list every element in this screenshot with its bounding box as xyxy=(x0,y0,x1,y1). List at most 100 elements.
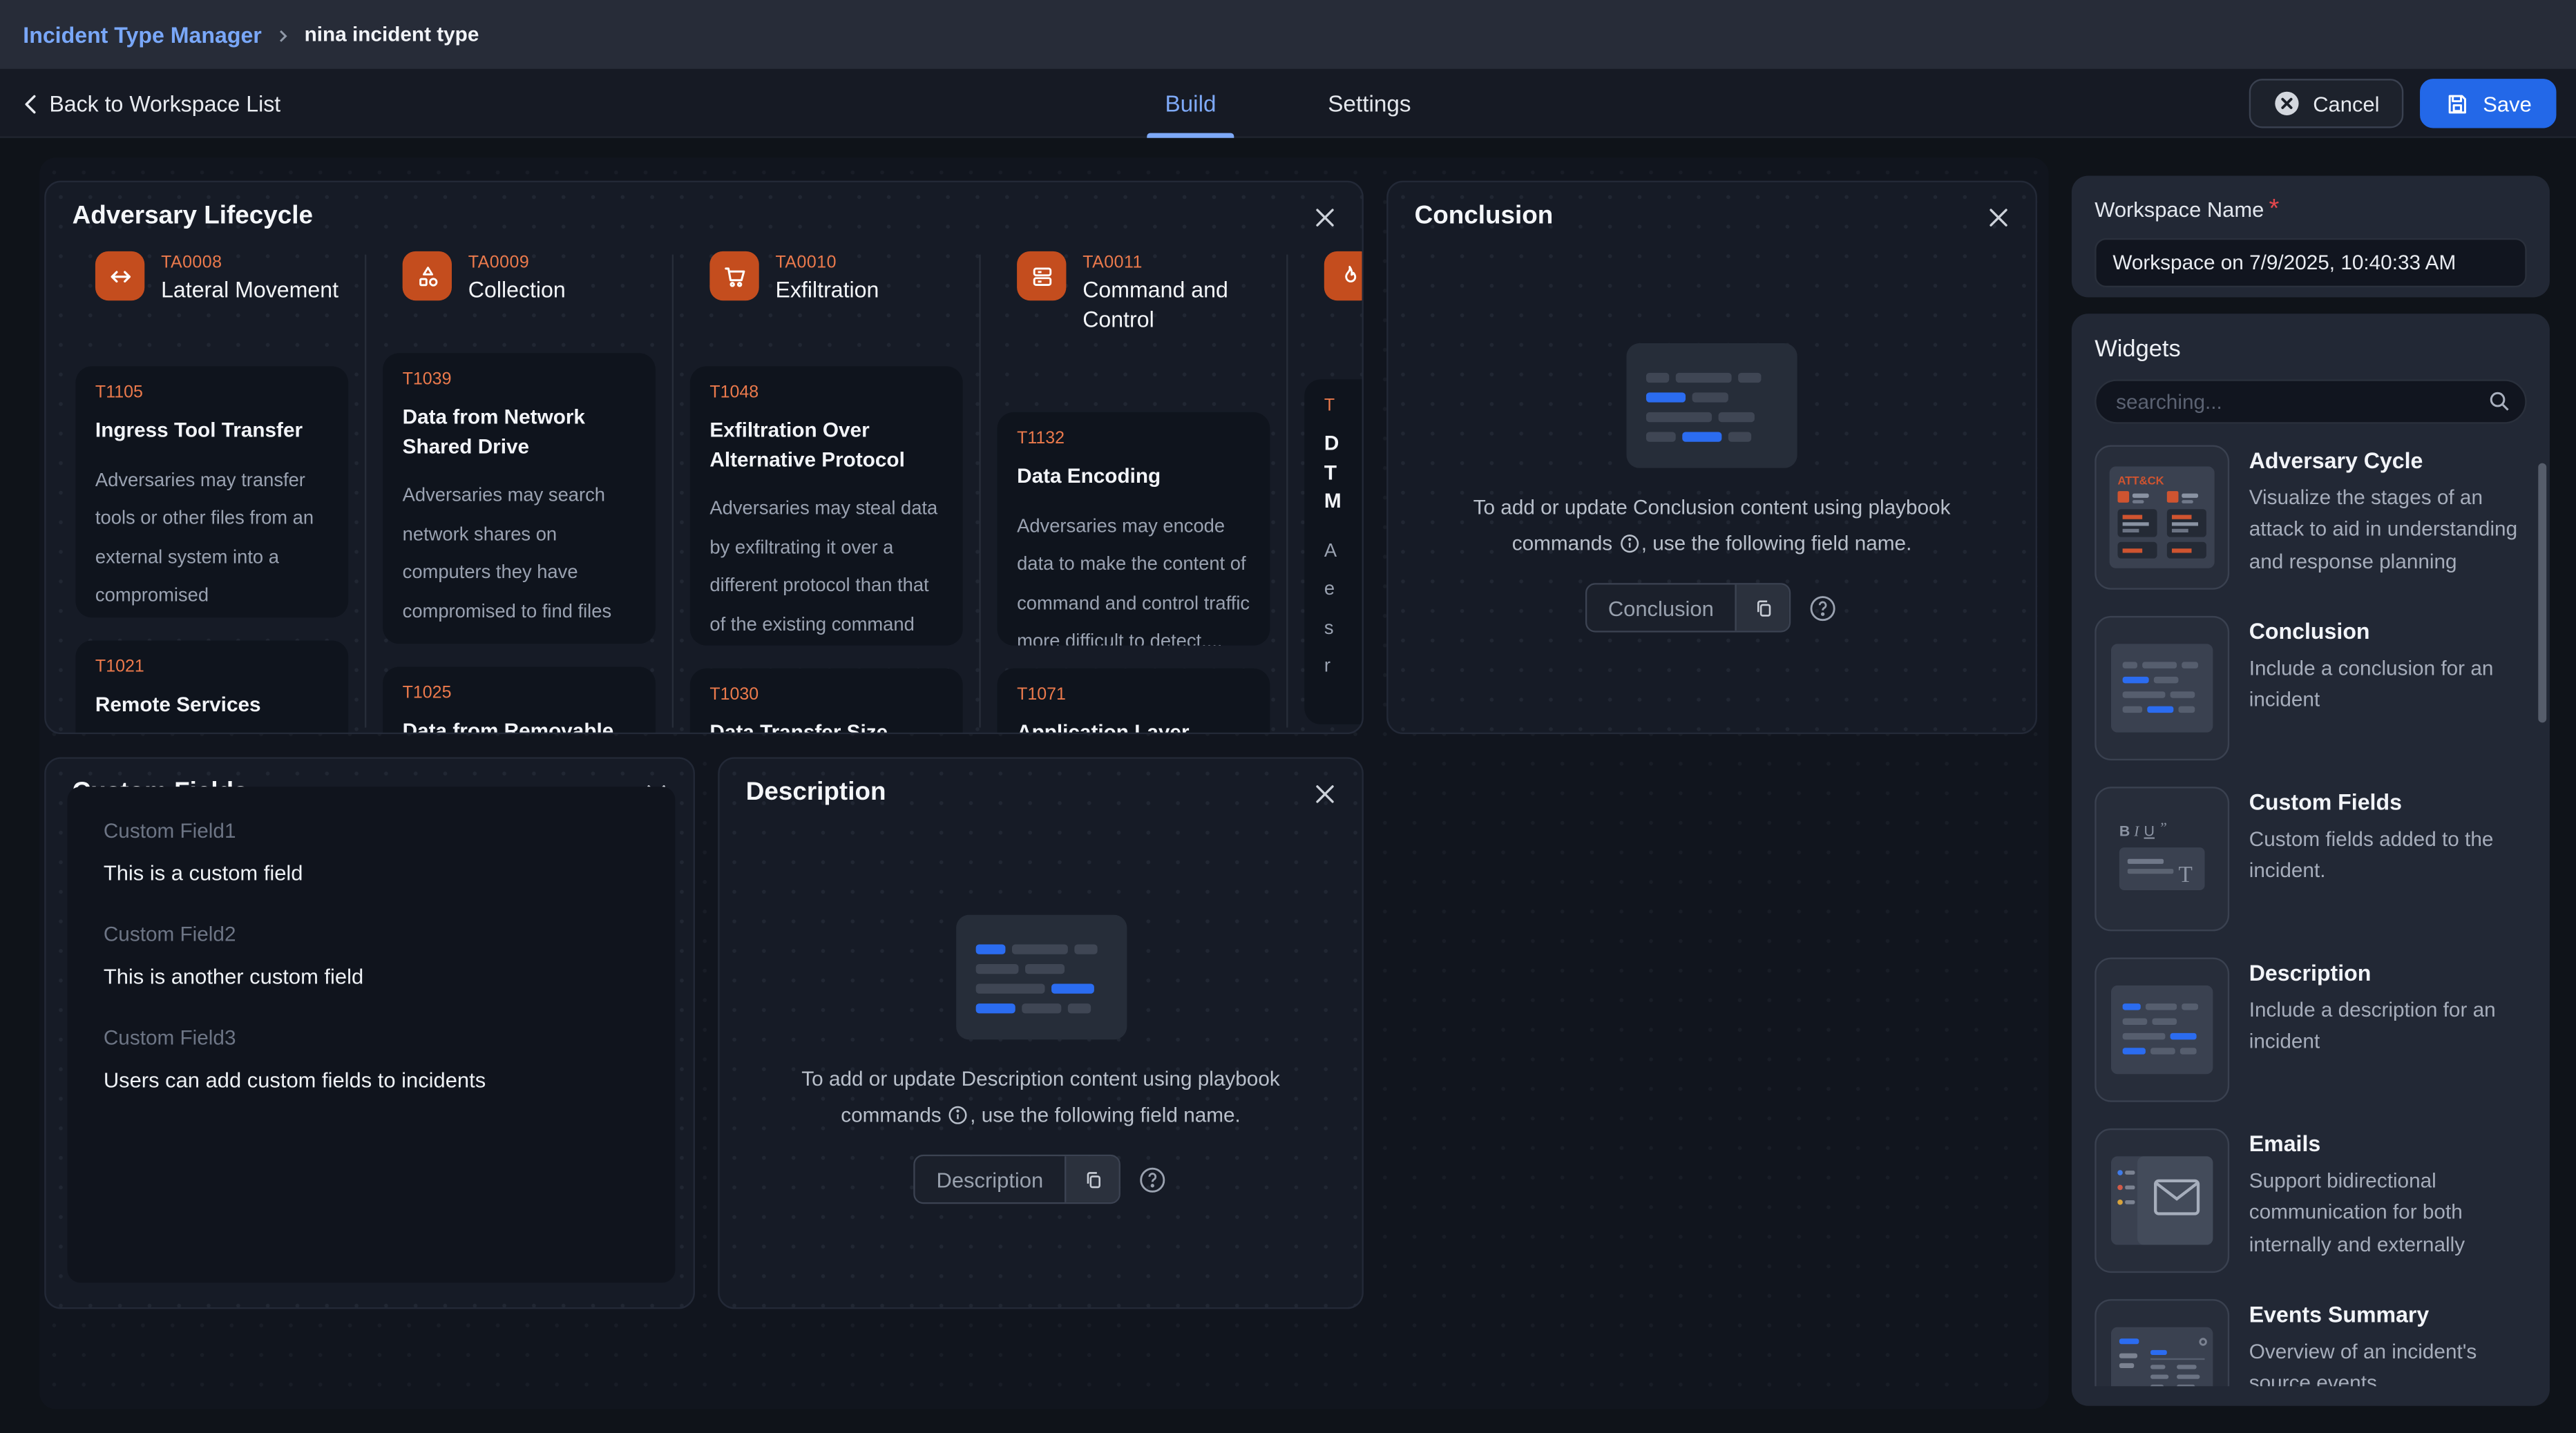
field-name-label: Conclusion xyxy=(1587,585,1735,631)
widget-thumbnail-emails xyxy=(2095,1128,2229,1273)
tactic-column-divider xyxy=(1286,255,1288,728)
close-circle-icon xyxy=(2273,90,2300,117)
page-header: Back to Workspace List Build Settings Ca… xyxy=(0,69,2576,138)
adversary-lifecycle-panel: Adversary Lifecycle TA0008Lateral Moveme… xyxy=(44,181,1364,734)
technique-card[interactable]: T1071 Application Layer Protocol xyxy=(998,669,1270,734)
widget-list-item[interactable]: Emails Support bidirectional communicatio… xyxy=(2095,1128,2526,1273)
lateral-movement-icon xyxy=(95,251,144,300)
conclusion-instructions: To add or update Conclusion content usin… xyxy=(1433,491,1990,563)
widget-list-item[interactable]: Events Summary Overview of an incident's … xyxy=(2095,1299,2526,1386)
technique-code: T1030 xyxy=(709,685,943,705)
technique-title: Exfiltration Over Alternative Protocol xyxy=(709,417,943,474)
widgets-card: Widgets ATT&CKAdversary CycleVisualize t… xyxy=(2072,314,2550,1405)
description-field-row: Description xyxy=(720,1155,1362,1204)
tactic-header: TA0011Command and Control xyxy=(1017,251,1273,334)
tactic-header: TA0009Collection xyxy=(403,251,659,305)
widget-search-input[interactable] xyxy=(2095,379,2526,423)
command-control-icon xyxy=(1017,251,1066,300)
technique-card[interactable]: T1030Data Transfer Size Limits xyxy=(690,669,963,734)
widget-name: Adversary Cycle xyxy=(2249,448,2527,473)
copy-button[interactable] xyxy=(1735,585,1789,631)
info-icon[interactable] xyxy=(948,1105,969,1125)
technique-card[interactable]: T1048Exfiltration Over Alternative Proto… xyxy=(690,366,963,645)
tactic-code: TA0010 xyxy=(776,253,879,273)
technique-code: T1105 xyxy=(95,383,329,403)
widget-list: ATT&CKAdversary CycleVisualize the stage… xyxy=(2095,445,2526,1386)
custom-field-group: Custom Field2This is another custom fiel… xyxy=(104,923,639,989)
technique-card[interactable]: TD T MA e s r xyxy=(1304,379,1364,724)
copy-button[interactable] xyxy=(1065,1156,1118,1202)
technique-card[interactable]: T1021Remote ServicesAdversaries may use … xyxy=(75,640,348,734)
technique-title: Data Encoding xyxy=(1017,463,1250,492)
save-button[interactable]: Save xyxy=(2421,79,2557,128)
tactic-header xyxy=(1324,251,1364,300)
technique-card[interactable]: T1132Data EncodingAdversaries may encode… xyxy=(998,412,1270,646)
search-icon xyxy=(2488,389,2510,412)
required-marker: * xyxy=(2269,195,2279,223)
description-instructions: To add or update Description content usi… xyxy=(765,1063,1317,1135)
technique-title: Ingress Tool Transfer xyxy=(95,417,329,446)
custom-field-group: Custom Field1This is a custom field xyxy=(104,820,639,885)
help-icon[interactable] xyxy=(1137,1164,1168,1195)
widget-search xyxy=(2095,379,2526,423)
header-actions: Cancel Save xyxy=(2249,79,2556,128)
chevron-left-icon xyxy=(23,93,37,114)
widget-description: Custom fields added to the incident. xyxy=(2249,825,2527,888)
technique-card[interactable]: T1025Data from Removable Media xyxy=(383,667,656,735)
technique-code: T1071 xyxy=(1017,685,1250,705)
tactic-name: Exfiltration xyxy=(776,276,879,305)
technique-description: Adversaries may encode data to make the … xyxy=(1017,508,1250,646)
widget-list-item[interactable]: Conclusion Include a conclusion for an in… xyxy=(2095,616,2526,760)
exfiltration-icon xyxy=(709,251,759,300)
breadcrumb-current: nina incident type xyxy=(305,23,479,46)
breadcrumb: Incident Type Manager nina incident type xyxy=(0,0,2576,69)
technique-code: T1021 xyxy=(95,657,329,677)
breadcrumb-app-link[interactable]: Incident Type Manager xyxy=(23,22,262,47)
tactic-column-divider xyxy=(672,255,674,728)
technique-card[interactable]: T1105Ingress Tool TransferAdversaries ma… xyxy=(75,366,348,617)
save-icon xyxy=(2445,91,2470,116)
rich-text-placeholder-illustration xyxy=(955,915,1126,1040)
widget-list-item[interactable]: DescriptionInclude a description for an … xyxy=(2095,957,2526,1102)
technique-code: T1025 xyxy=(403,683,636,703)
field-name-chip: Description xyxy=(913,1155,1120,1204)
tactic-code: TA0008 xyxy=(161,253,338,273)
widget-description: Support bidirectional communication for … xyxy=(2249,1166,2527,1262)
widget-name: Events Summary xyxy=(2249,1302,2527,1327)
close-icon[interactable] xyxy=(1309,778,1339,808)
tab-settings[interactable]: Settings xyxy=(1310,69,1429,138)
widget-description: Overview of an incident's source events xyxy=(2249,1337,2527,1386)
widget-list-item[interactable]: BIU”TCustom FieldsCustom fields added to… xyxy=(2095,787,2526,931)
svg-text:I: I xyxy=(2133,823,2139,839)
back-to-workspace-list-link[interactable]: Back to Workspace List xyxy=(23,69,280,138)
tactic-header: TA0008Lateral Movement xyxy=(95,251,352,305)
widget-thumbnail-adversary: ATT&CK xyxy=(2095,445,2229,589)
technique-title: D T M xyxy=(1324,430,1364,517)
technique-title: Application Layer Protocol xyxy=(1017,720,1250,734)
widgets-title: Widgets xyxy=(2095,337,2526,363)
widget-name: Emails xyxy=(2249,1132,2527,1157)
widget-thumbnail-custom-fields: BIU”T xyxy=(2095,787,2229,931)
tab-build[interactable]: Build xyxy=(1147,69,1234,138)
info-icon[interactable] xyxy=(1620,534,1640,554)
tactic-name: Collection xyxy=(468,276,566,305)
widget-name: Description xyxy=(2249,961,2527,985)
widget-list-item[interactable]: ATT&CKAdversary CycleVisualize the stage… xyxy=(2095,445,2526,589)
cancel-label: Cancel xyxy=(2313,91,2379,116)
svg-text:B: B xyxy=(2119,823,2130,839)
close-icon[interactable] xyxy=(1983,202,2012,232)
custom-field-group: Custom Field3Users can add custom fields… xyxy=(104,1026,639,1092)
technique-card[interactable]: T1039Data from Network Shared DriveAdver… xyxy=(383,353,656,644)
workspace-name-card: Workspace Name* xyxy=(2072,175,2550,297)
help-icon[interactable] xyxy=(1807,592,1838,623)
technique-title: Data from Network Shared Drive xyxy=(403,404,636,461)
widgets-scrollbar-thumb[interactable] xyxy=(2538,463,2546,723)
widget-description: Include a conclusion for an incident xyxy=(2249,654,2527,718)
svg-text:”: ” xyxy=(2160,820,2167,836)
widget-name: Conclusion xyxy=(2249,619,2527,644)
cancel-button[interactable]: Cancel xyxy=(2249,79,2404,128)
widget-thumbnail-conclusion xyxy=(2095,616,2229,760)
technique-title: Remote Services xyxy=(95,691,329,720)
svg-text:U: U xyxy=(2144,823,2155,839)
workspace-name-input[interactable] xyxy=(2095,238,2526,287)
